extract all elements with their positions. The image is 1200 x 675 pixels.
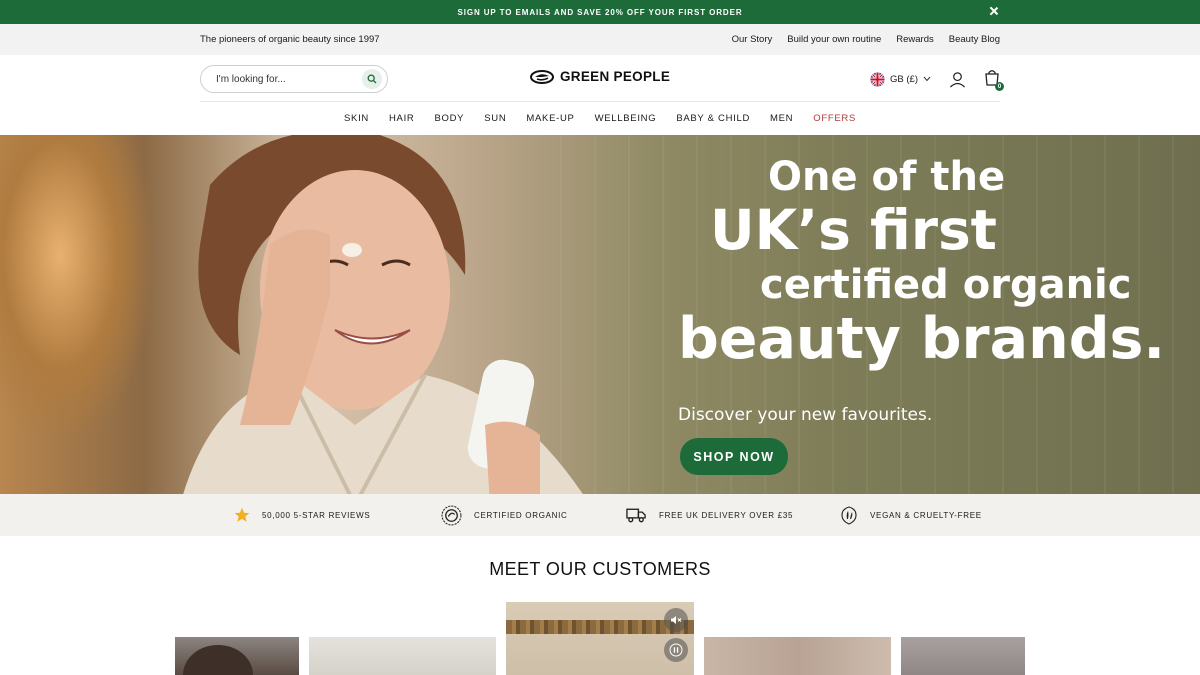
search-button[interactable]: [362, 69, 382, 89]
usp-vegan-label: VEGAN & CRUELTY-FREE: [870, 510, 982, 520]
mute-button[interactable]: [664, 608, 688, 632]
logo-mark-icon: [530, 69, 554, 84]
nav-make-up[interactable]: MAKE-UP: [526, 113, 574, 124]
customer-portrait: [183, 645, 253, 675]
hero-line-3: certified organic: [760, 262, 1132, 308]
account-icon[interactable]: [949, 71, 966, 88]
uk-flag-icon: [870, 71, 885, 87]
brand-name: GREEN PEOPLE: [560, 69, 671, 84]
chevron-down-icon: [923, 76, 931, 82]
bunny-leaf-icon: [841, 506, 857, 525]
usp-delivery: FREE UK DELIVERY OVER £35: [626, 494, 793, 536]
usp-strip: 50,000 5-STAR REVIEWS CERTIFIED ORGANIC …: [0, 494, 1200, 536]
brand-logo[interactable]: GREEN PEOPLE: [530, 69, 670, 84]
pause-button[interactable]: [664, 638, 688, 662]
hero-line-2: UK’s first: [710, 198, 997, 262]
header-actions: GB (£) 0: [870, 69, 1004, 91]
locale-selector[interactable]: GB (£): [870, 71, 931, 87]
main-navigation: SKIN HAIR BODY SUN MAKE-UP WELLBEING BAB…: [0, 102, 1200, 134]
utility-bar: The pioneers of organic beauty since 199…: [0, 24, 1200, 55]
usp-organic: CERTIFIED ORGANIC: [441, 494, 568, 536]
hero-line-4: beauty brands.: [678, 306, 1166, 372]
usp-reviews-label: 50,000 5-STAR REVIEWS: [262, 510, 371, 520]
search-icon: [367, 74, 377, 84]
usp-vegan: VEGAN & CRUELTY-FREE: [840, 494, 982, 536]
mute-icon: [671, 616, 682, 624]
hero-woman-image: [183, 135, 583, 494]
hero-banner[interactable]: One of the UK’s first certified organic …: [0, 135, 1200, 494]
nav-men[interactable]: MEN: [770, 113, 793, 124]
nav-body[interactable]: BODY: [435, 113, 465, 124]
pause-icon: [669, 643, 683, 657]
announcement-bar: SIGN UP TO EMAILS AND SAVE 20% OFF YOUR …: [0, 0, 1200, 24]
search-placeholder: I'm looking for...: [216, 73, 286, 85]
nav-wellbeing[interactable]: WELLBEING: [595, 113, 657, 124]
link-our-story[interactable]: Our Story: [732, 34, 773, 45]
customer-video-card[interactable]: [704, 637, 891, 675]
hero-subtitle: Discover your new favourites.: [678, 405, 933, 425]
customer-video-card-featured[interactable]: [506, 602, 694, 675]
delivery-truck-icon: [626, 508, 646, 523]
hero-line-1: One of the: [768, 154, 1006, 200]
link-build-routine[interactable]: Build your own routine: [787, 34, 881, 45]
utility-links: Our Story Build your own routine Rewards…: [732, 34, 1000, 45]
close-icon[interactable]: [988, 6, 1000, 18]
customer-video-card[interactable]: [309, 637, 496, 675]
nav-skin[interactable]: SKIN: [344, 113, 369, 124]
link-rewards[interactable]: Rewards: [896, 34, 934, 45]
search-input[interactable]: I'm looking for...: [200, 65, 388, 93]
usp-reviews: 50,000 5-STAR REVIEWS: [234, 494, 370, 536]
shop-now-button[interactable]: SHOP NOW: [680, 438, 788, 475]
cart-count-badge: 0: [995, 82, 1004, 91]
site-header: I'm looking for... GREEN PEOPLE GB (£) 0: [200, 55, 1004, 102]
usp-organic-label: CERTIFIED ORGANIC: [474, 510, 568, 520]
star-icon: [234, 507, 250, 522]
customer-video-card[interactable]: [175, 637, 299, 675]
nav-baby-child[interactable]: BABY & CHILD: [676, 113, 750, 124]
customer-video-card[interactable]: [901, 637, 1025, 675]
organic-seal-icon: [441, 505, 462, 525]
usp-delivery-label: FREE UK DELIVERY OVER £35: [659, 510, 794, 520]
nav-hair[interactable]: HAIR: [389, 113, 415, 124]
announcement-text[interactable]: SIGN UP TO EMAILS AND SAVE 20% OFF YOUR …: [457, 8, 742, 17]
cart-button[interactable]: 0: [984, 69, 1004, 91]
brand-tagline: The pioneers of organic beauty since 199…: [200, 34, 380, 45]
customers-heading: MEET OUR CUSTOMERS: [489, 559, 711, 579]
link-beauty-blog[interactable]: Beauty Blog: [949, 34, 1000, 45]
nav-offers[interactable]: OFFERS: [813, 113, 856, 124]
locale-label: GB (£): [890, 73, 918, 85]
nav-sun[interactable]: SUN: [484, 113, 506, 124]
